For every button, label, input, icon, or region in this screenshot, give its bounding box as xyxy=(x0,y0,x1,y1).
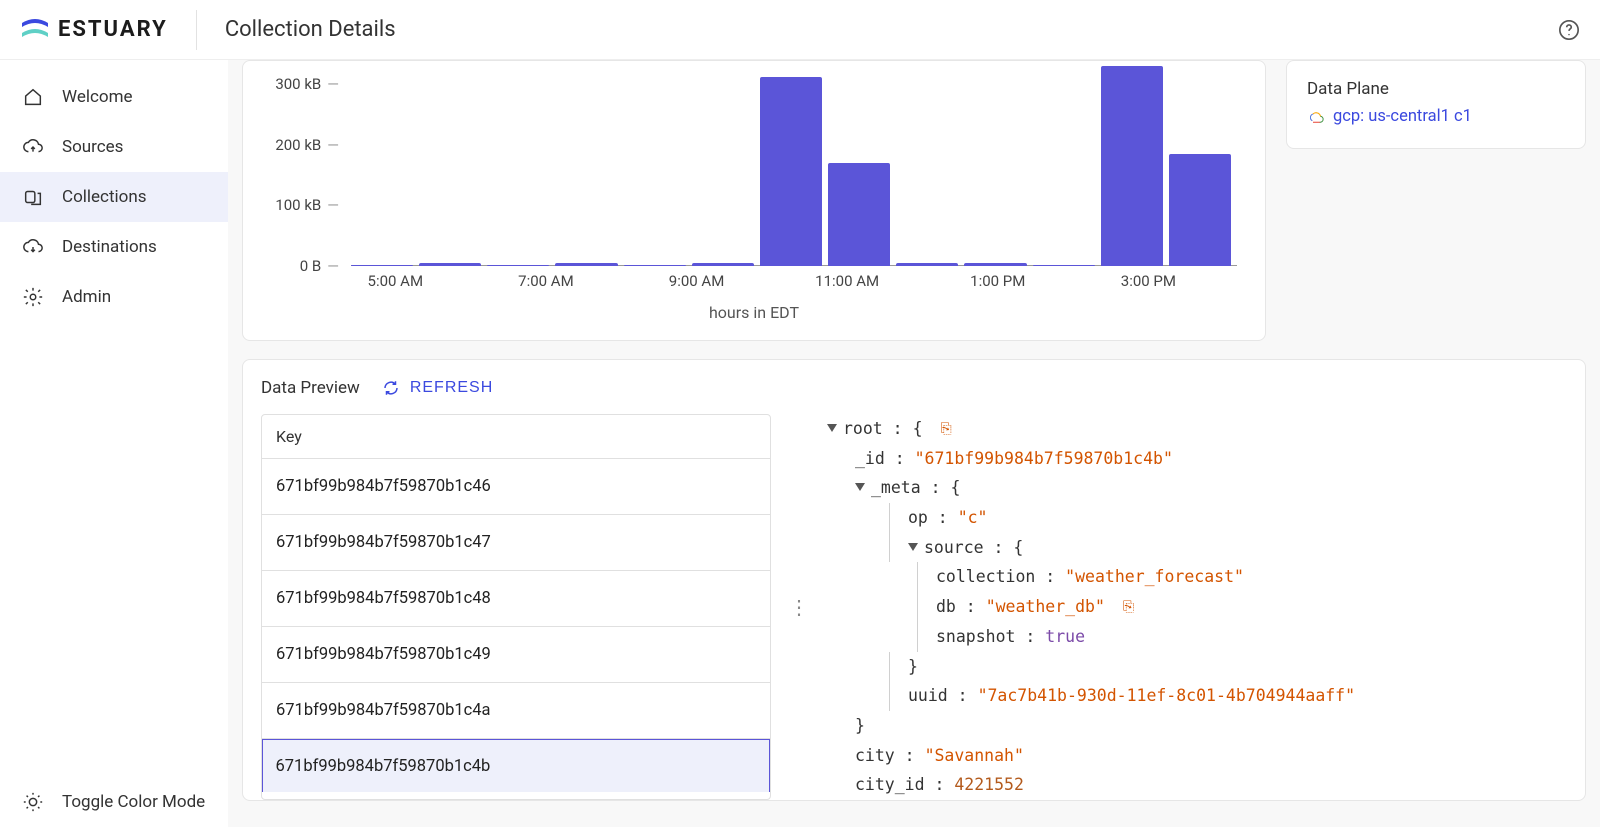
chart-bar[interactable] xyxy=(760,77,822,266)
refresh-button[interactable]: REFRESH xyxy=(382,379,493,397)
sidebar-item-label: Collections xyxy=(62,187,147,207)
chart-plot-area xyxy=(351,66,1237,266)
y-tick-label: 100 kB— xyxy=(275,196,339,214)
key-column-header: Key xyxy=(262,415,770,459)
chart-x-axis-label: hours in EDT xyxy=(261,303,1247,322)
split-handle[interactable]: ⋮ xyxy=(787,414,811,800)
chart-bar[interactable] xyxy=(1033,265,1095,266)
header-divider xyxy=(196,10,197,50)
header: ESTUARY Collection Details xyxy=(0,0,1600,60)
usage-chart: 300 kB— 200 kB— 100 kB— 0 B— 5:00 AM 7:00 AM… xyxy=(261,66,1247,326)
sidebar-item-label: Welcome xyxy=(62,87,133,107)
cloud-down-icon xyxy=(22,236,44,258)
chart-bar[interactable] xyxy=(419,263,481,266)
chart-bar[interactable] xyxy=(692,263,754,266)
cloud-up-icon xyxy=(22,136,44,158)
usage-chart-card: 300 kB— 200 kB— 100 kB— 0 B— 5:00 AM 7:00 AM… xyxy=(242,60,1266,341)
brand-logo[interactable]: ESTUARY xyxy=(20,17,168,43)
sidebar-item-admin[interactable]: Admin xyxy=(0,272,228,322)
toggle-color-mode[interactable]: Toggle Color Mode xyxy=(0,777,228,827)
sidebar-item-label: Admin xyxy=(62,287,111,307)
data-plane-title: Data Plane xyxy=(1307,79,1565,99)
copy-icon[interactable]: ⎘ xyxy=(940,417,951,442)
key-row[interactable]: 671bf99b984b7f59870b1c48 xyxy=(262,571,770,627)
y-tick-label: 0 B— xyxy=(300,257,339,275)
x-tick-label: 11:00 AM xyxy=(815,272,879,290)
chart-bar[interactable] xyxy=(896,263,958,266)
home-icon xyxy=(22,86,44,108)
brand-name: ESTUARY xyxy=(58,17,168,42)
x-tick-label: 3:00 PM xyxy=(1121,272,1176,290)
chart-bar[interactable] xyxy=(351,265,413,266)
sidebar-item-welcome[interactable]: Welcome xyxy=(0,72,228,122)
page-title: Collection Details xyxy=(225,17,396,42)
data-preview-title: Data Preview xyxy=(261,378,360,398)
sidebar-item-label: Destinations xyxy=(62,237,157,257)
x-tick-label: 9:00 AM xyxy=(669,272,725,290)
sidebar: Welcome Sources Collections Destinations… xyxy=(0,60,228,827)
copy-icon[interactable]: ⎘ xyxy=(1123,595,1134,620)
key-row[interactable]: 671bf99b984b7f59870b1c46 xyxy=(262,459,770,515)
chart-bar[interactable] xyxy=(828,163,890,266)
sidebar-item-sources[interactable]: Sources xyxy=(0,122,228,172)
sun-icon xyxy=(22,791,44,813)
key-table: Key 671bf99b984b7f59870b1c46671bf99b984b… xyxy=(261,414,771,800)
chart-bar[interactable] xyxy=(487,265,549,266)
x-tick-label: 1:00 PM xyxy=(970,272,1025,290)
key-row[interactable]: 671bf99b984b7f59870b1c4b xyxy=(262,739,770,792)
data-preview-card: Data Preview REFRESH Key 671bf99b984b7f5… xyxy=(242,359,1586,801)
collections-icon xyxy=(22,186,44,208)
chart-bar[interactable] xyxy=(555,263,617,266)
gear-icon xyxy=(22,286,44,308)
sidebar-item-label: Toggle Color Mode xyxy=(62,792,205,812)
chart-bar[interactable] xyxy=(1169,154,1231,266)
json-viewer: root : { ⎘ _id : "671bf99b984b7f59870b1c… xyxy=(827,414,1567,800)
data-plane-card: Data Plane gcp: us-central1 c1 xyxy=(1286,60,1586,149)
x-tick-label: 5:00 AM xyxy=(368,272,424,290)
chart-bar[interactable] xyxy=(964,263,1026,266)
refresh-icon xyxy=(382,379,400,397)
main-content: 300 kB— 200 kB— 100 kB— 0 B— 5:00 AM 7:00 AM… xyxy=(228,60,1600,827)
key-row[interactable]: 671bf99b984b7f59870b1c49 xyxy=(262,627,770,683)
y-tick-label: 300 kB— xyxy=(275,75,339,93)
help-icon[interactable] xyxy=(1558,19,1580,41)
gcp-icon xyxy=(1307,110,1325,124)
chart-bar[interactable] xyxy=(1101,66,1163,266)
key-row[interactable]: 671bf99b984b7f59870b1c47 xyxy=(262,515,770,571)
key-row[interactable]: 671bf99b984b7f59870b1c4a xyxy=(262,683,770,739)
x-tick-label: 7:00 AM xyxy=(518,272,574,290)
sidebar-item-collections[interactable]: Collections xyxy=(0,172,228,222)
chart-bar[interactable] xyxy=(624,265,686,266)
sidebar-item-label: Sources xyxy=(62,137,123,157)
sidebar-item-destinations[interactable]: Destinations xyxy=(0,222,228,272)
y-tick-label: 200 kB— xyxy=(275,136,339,154)
data-plane-value[interactable]: gcp: us-central1 c1 xyxy=(1307,107,1565,126)
estuary-logo-icon xyxy=(20,17,50,43)
